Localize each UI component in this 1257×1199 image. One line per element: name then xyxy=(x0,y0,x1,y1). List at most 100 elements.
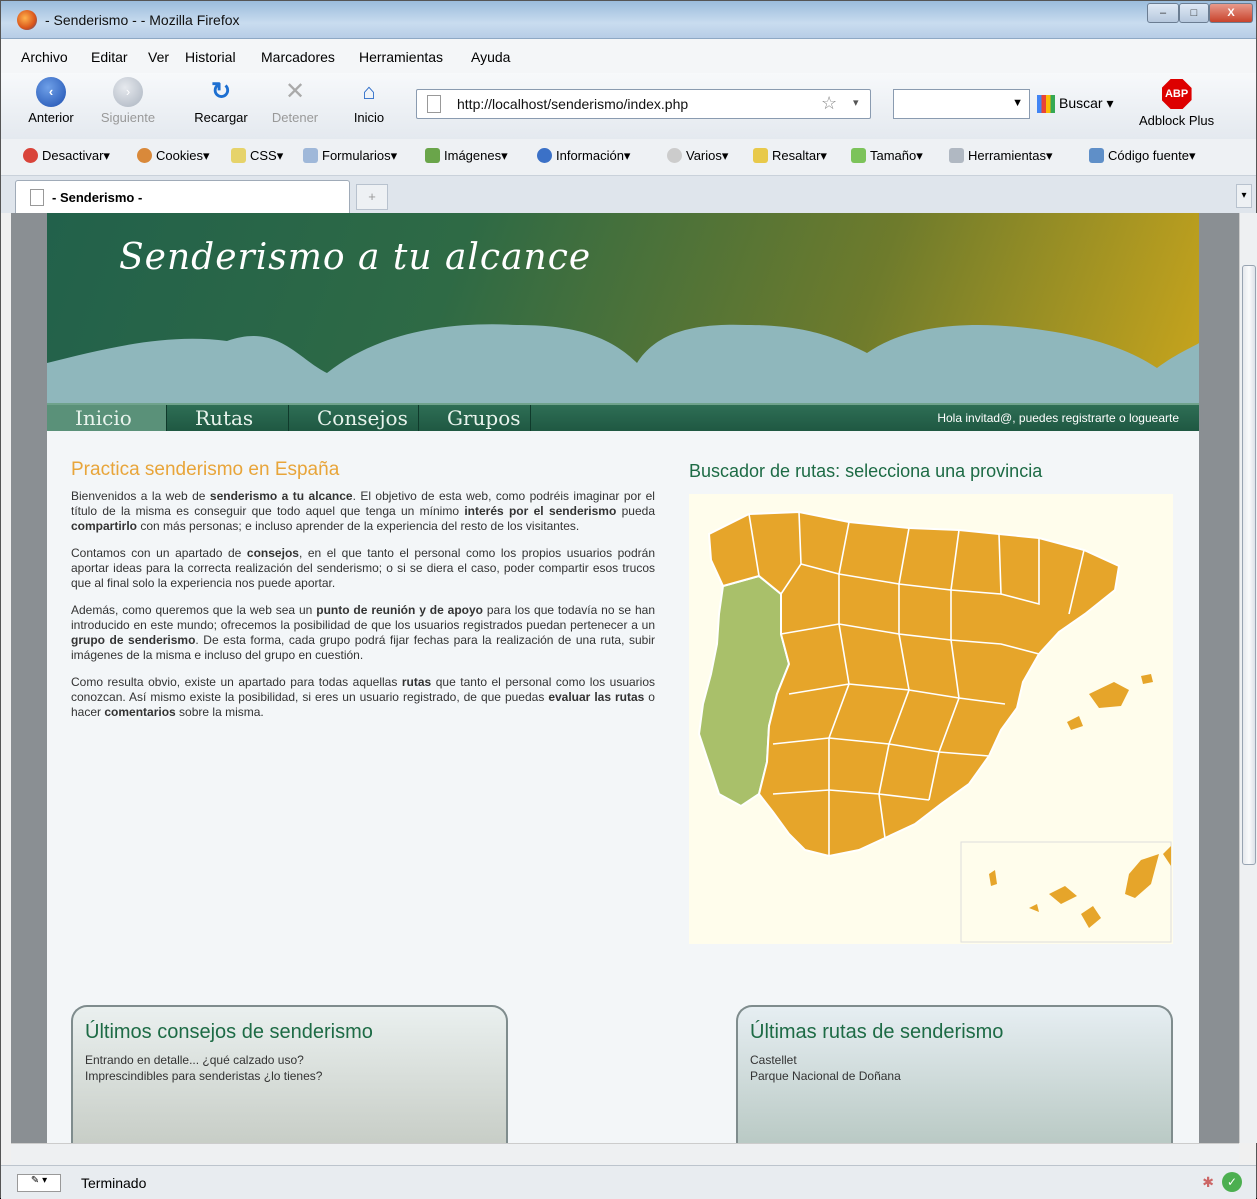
navigation-toolbar: ‹ Anterior › Siguiente ↻ Recargar ✕ Dete… xyxy=(1,73,1256,139)
latest-tips-box: Últimos consejos de senderismo Entrando … xyxy=(71,1005,508,1143)
maximize-button[interactable]: □ xyxy=(1179,3,1209,23)
reload-button[interactable]: ↻ Recargar xyxy=(189,77,253,125)
forward-label: Siguiente xyxy=(100,110,156,125)
cookie-icon xyxy=(137,148,152,163)
map-title: Buscador de rutas: selecciona una provin… xyxy=(689,461,1043,481)
forward-button[interactable]: › Siguiente xyxy=(93,77,163,125)
page-icon xyxy=(427,95,441,113)
window-title: - Senderismo - - Mozilla Firefox xyxy=(45,12,240,28)
menu-marcadores[interactable]: Marcadores xyxy=(261,49,335,65)
latest-routes-box: Últimas rutas de senderismo Castellet Pa… xyxy=(736,1005,1173,1143)
nav-inicio[interactable]: Inicio xyxy=(47,405,167,431)
nav-consejos[interactable]: Consejos xyxy=(289,405,419,431)
tab-label: - Senderismo - xyxy=(52,190,143,205)
tips-title: Últimos consejos de senderismo xyxy=(85,1021,373,1043)
browser-window: - Senderismo - - Mozilla Firefox – □ X A… xyxy=(0,0,1257,1199)
menu-ayuda[interactable]: Ayuda xyxy=(471,49,510,65)
tip-link-2[interactable]: Imprescindibles para senderistas ¿lo tie… xyxy=(85,1069,322,1083)
check-ok-icon[interactable]: ✓ xyxy=(1222,1172,1242,1192)
google-search-button[interactable]: Buscar ▾ xyxy=(1037,95,1114,114)
status-tools-icon[interactable]: ✎ ▾ xyxy=(17,1174,61,1192)
horizontal-scrollbar[interactable] xyxy=(11,1143,1239,1165)
greeting-text[interactable]: Hola invitad@, puedes registrarte o logu… xyxy=(937,411,1179,425)
firefox-icon xyxy=(17,10,37,30)
tab-list-button[interactable]: ▾ xyxy=(1236,184,1252,208)
source-code-icon xyxy=(1089,148,1104,163)
wd-varios[interactable]: Varios▾ xyxy=(667,148,728,164)
web-developer-toolbar: Desactivar▾ Cookies▾ CSS▾ Formularios▾ I… xyxy=(1,139,1256,176)
disable-icon xyxy=(23,148,38,163)
status-bar: ✎ ▾ Terminado ✱ ✓ xyxy=(1,1165,1256,1199)
stop-label: Detener xyxy=(271,110,319,125)
site-banner: Senderismo a tu alcance xyxy=(47,213,1199,403)
addon-status-icon[interactable]: ✱ xyxy=(1202,1174,1214,1191)
css-icon xyxy=(231,148,246,163)
reload-label: Recargar xyxy=(194,110,248,125)
search-label: Buscar xyxy=(1059,95,1103,111)
wd-informacion[interactable]: Información▾ xyxy=(537,148,630,164)
menu-editar[interactable]: Editar xyxy=(91,49,128,65)
intro-section: Practica senderismo en España Bienvenido… xyxy=(71,459,655,732)
vertical-scrollbar[interactable] xyxy=(1239,213,1257,1143)
scrollbar-thumb[interactable] xyxy=(1242,265,1256,865)
intro-paragraph-4: Como resulta obvio, existe un apartado p… xyxy=(71,675,656,719)
forward-arrow-icon: › xyxy=(113,77,143,107)
routes-title: Últimas rutas de senderismo xyxy=(750,1021,1004,1043)
url-dropdown-icon[interactable]: ▾ xyxy=(853,96,859,109)
close-button[interactable]: X xyxy=(1209,3,1253,23)
tab-senderismo[interactable]: - Senderismo - xyxy=(15,180,350,213)
adblock-plus-button[interactable]: ABP Adblock Plus xyxy=(1139,79,1214,128)
new-tab-button[interactable]: + xyxy=(356,184,388,210)
wd-herramientas[interactable]: Herramientas▾ xyxy=(949,148,1053,164)
nav-grupos[interactable]: Grupos xyxy=(419,405,531,431)
wd-tamano[interactable]: Tamaño▾ xyxy=(851,148,923,164)
intro-paragraph-1: Bienvenidos a la web de senderismo a tu … xyxy=(71,489,655,533)
search-engine-box[interactable]: ▼ xyxy=(893,89,1030,119)
wd-cookies[interactable]: Cookies▾ xyxy=(137,148,210,164)
site-main-nav: Inicio Rutas Consejos Grupos Hola invita… xyxy=(47,403,1199,431)
minimize-button[interactable]: – xyxy=(1147,3,1179,23)
menu-ver[interactable]: Ver xyxy=(148,49,169,65)
page-viewport: Senderismo a tu alcance Inicio Rutas Con… xyxy=(11,213,1239,1143)
misc-icon xyxy=(667,148,682,163)
stop-button[interactable]: ✕ Detener xyxy=(265,77,325,125)
home-label: Inicio xyxy=(353,110,385,125)
tip-link-1[interactable]: Entrando en detalle... ¿qué calzado uso? xyxy=(85,1053,304,1067)
back-button[interactable]: ‹ Anterior xyxy=(21,77,81,125)
site-logo[interactable]: Senderismo a tu alcance xyxy=(119,237,591,278)
wd-imagenes[interactable]: Imágenes▾ xyxy=(425,148,508,164)
tab-bar: - Senderismo - + ▾ xyxy=(1,176,1256,213)
wd-resaltar[interactable]: Resaltar▾ xyxy=(753,148,827,164)
menu-bar: Archivo Editar Ver Historial Marcadores … xyxy=(1,39,1256,73)
url-bar[interactable]: http://localhost/senderismo/index.php ☆ … xyxy=(416,89,871,119)
menu-archivo[interactable]: Archivo xyxy=(21,49,68,65)
wd-formularios[interactable]: Formularios▾ xyxy=(303,148,397,164)
home-button[interactable]: ⌂ Inicio xyxy=(345,77,393,125)
status-text: Terminado xyxy=(81,1175,147,1191)
adblock-icon: ABP xyxy=(1161,79,1192,109)
wd-css[interactable]: CSS▾ xyxy=(231,148,283,164)
route-finder: Buscador de rutas: selecciona una provin… xyxy=(689,461,1173,944)
info-icon xyxy=(537,148,552,163)
menu-herramientas[interactable]: Herramientas xyxy=(359,49,443,65)
title-bar: - Senderismo - - Mozilla Firefox – □ X xyxy=(1,1,1256,39)
route-link-2[interactable]: Parque Nacional de Doñana xyxy=(750,1069,901,1083)
stop-icon: ✕ xyxy=(284,78,306,105)
intro-paragraph-3: Además, como queremos que la web sea un … xyxy=(71,603,655,662)
url-text: http://localhost/senderismo/index.php xyxy=(457,96,689,112)
route-link-1[interactable]: Castellet xyxy=(750,1053,797,1067)
spain-province-map[interactable] xyxy=(689,494,1173,944)
site-container: Senderismo a tu alcance Inicio Rutas Con… xyxy=(47,213,1199,1143)
highlight-pen-icon xyxy=(753,148,768,163)
wd-desactivar[interactable]: Desactivar▾ xyxy=(23,148,110,164)
nav-rutas[interactable]: Rutas xyxy=(167,405,289,431)
wd-codigo-fuente[interactable]: Código fuente▾ xyxy=(1089,148,1195,164)
menu-historial[interactable]: Historial xyxy=(185,49,236,65)
intro-title: Practica senderismo en España xyxy=(71,459,340,480)
page-icon xyxy=(30,189,44,206)
wrench-icon xyxy=(949,148,964,163)
back-arrow-icon: ‹ xyxy=(36,77,66,107)
balearic-islands xyxy=(1067,674,1153,730)
search-dropdown-icon[interactable]: ▼ xyxy=(1012,97,1023,109)
bookmark-star-icon[interactable]: ☆ xyxy=(821,93,837,114)
